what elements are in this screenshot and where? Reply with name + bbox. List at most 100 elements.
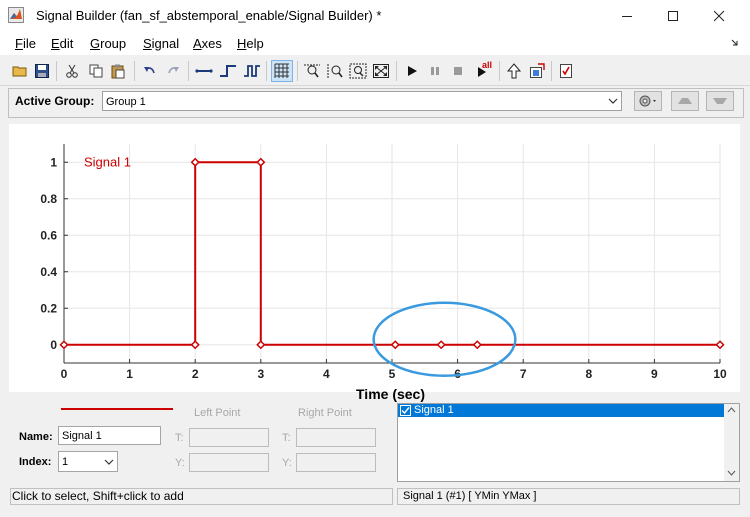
menu-file[interactable]: File <box>15 36 36 51</box>
signal-export-button[interactable] <box>527 61 547 81</box>
play-all-label: all <box>482 60 493 70</box>
minimize-button[interactable] <box>604 0 650 31</box>
signal-name-value: Signal 1 <box>62 430 102 442</box>
verify-icon <box>560 64 572 78</box>
undo-button[interactable] <box>140 61 160 81</box>
signal-index-select[interactable]: 1 <box>58 451 118 472</box>
menu-edit[interactable]: Edit <box>51 36 73 51</box>
signal-index-value: 1 <box>62 456 69 468</box>
menu-help[interactable]: Help <box>237 36 264 51</box>
fit-icon <box>373 64 389 78</box>
name-label: Name: <box>19 431 53 443</box>
stop-icon <box>454 67 462 75</box>
step-signal-button[interactable] <box>218 61 238 81</box>
left-point-y-field[interactable] <box>189 453 269 472</box>
signal-export-icon <box>530 63 545 78</box>
menu-axes[interactable]: Axes <box>193 36 222 51</box>
matlab-app-icon <box>8 7 24 23</box>
status-signal-info: Signal 1 (#1) [ YMin YMax ] <box>397 488 740 505</box>
save-button[interactable] <box>32 61 52 81</box>
move-group-up-button[interactable] <box>671 91 699 111</box>
right-y-label: Y: <box>282 457 292 469</box>
undo-icon <box>144 67 155 74</box>
signal-point-marker <box>256 340 266 350</box>
up-arrow-icon <box>506 63 522 79</box>
grid-toggle-button[interactable] <box>271 60 293 82</box>
chevron-down-icon[interactable] <box>605 92 621 110</box>
active-group-value: Group 1 <box>106 96 146 108</box>
scroll-up-icon[interactable] <box>727 407 736 413</box>
x-tick-label: 7 <box>520 367 527 381</box>
signal-point-marker <box>390 340 400 350</box>
signal-plot-area[interactable]: 0 1 2 3 4 5 6 7 8 9 10 0 0.2 0.4 0.6 0.8 1 Signal 1 <box>9 124 740 392</box>
paste-button[interactable] <box>108 61 128 81</box>
zoom-xy-icon <box>349 63 367 79</box>
toolbar-separator <box>134 61 135 81</box>
pulse-signal-button[interactable] <box>242 61 262 81</box>
toolbar-separator <box>297 61 298 81</box>
signal-point-marker <box>59 340 69 350</box>
go-to-model-button[interactable] <box>504 61 524 81</box>
active-group-select[interactable] <box>102 91 622 111</box>
zoom-y-icon <box>327 64 343 78</box>
toolbar-separator <box>396 61 397 81</box>
play-icon <box>408 66 417 76</box>
x-tick-label: 0 <box>61 367 68 381</box>
grid-icon <box>274 63 289 78</box>
constant-signal-icon <box>195 69 213 73</box>
right-t-label: T: <box>282 432 291 444</box>
zoom-x-button[interactable] <box>302 61 322 81</box>
play-button[interactable] <box>402 61 422 81</box>
step-signal-icon <box>220 65 236 77</box>
minimize-icon <box>622 15 632 17</box>
x-tick-label: 10 <box>713 367 727 381</box>
maximize-icon <box>668 10 678 21</box>
zoom-x-icon <box>304 64 320 78</box>
x-tick-label: 3 <box>257 367 264 381</box>
pause-button[interactable] <box>425 61 445 81</box>
verification-button[interactable] <box>556 61 576 81</box>
y-tick-label: 0.6 <box>40 228 57 242</box>
close-button[interactable] <box>696 0 742 31</box>
active-group-label: Active Group: <box>15 94 95 108</box>
pulse-signal-icon <box>244 65 260 77</box>
save-icon <box>35 64 49 78</box>
scroll-down-icon[interactable] <box>727 470 736 476</box>
signal-name-field[interactable]: Signal 1 <box>58 426 161 445</box>
signal-point-marker <box>715 340 725 350</box>
menu-dock-arrow-icon[interactable] <box>730 38 740 48</box>
redo-button[interactable] <box>163 61 183 81</box>
left-point-t-field[interactable] <box>189 428 269 447</box>
maximize-button[interactable] <box>650 0 696 31</box>
signal-name-label: Signal 1 <box>84 154 131 169</box>
toolbar-separator <box>551 61 552 81</box>
fit-to-view-button[interactable] <box>371 61 391 81</box>
menu-group[interactable]: Group <box>90 36 126 51</box>
index-label: Index: <box>19 456 52 468</box>
cut-button[interactable] <box>62 61 82 81</box>
y-tick-label: 0.8 <box>40 192 57 206</box>
y-tick-label: 0.2 <box>40 301 57 315</box>
x-tick-label: 1 <box>126 367 133 381</box>
checkbox-checked-icon[interactable] <box>400 405 411 416</box>
constant-signal-button[interactable] <box>194 61 214 81</box>
signal-list-scrollbar[interactable] <box>724 404 739 481</box>
copy-icon <box>89 64 103 78</box>
move-group-down-button[interactable] <box>706 91 734 111</box>
copy-button[interactable] <box>86 61 106 81</box>
close-icon <box>713 10 725 21</box>
menu-signal[interactable]: Signal <box>143 36 179 51</box>
open-button[interactable] <box>10 61 30 81</box>
toolbar-separator <box>266 61 267 81</box>
stop-button[interactable] <box>448 61 468 81</box>
signal-list-item[interactable]: Signal 1 <box>398 404 724 417</box>
zoom-y-button[interactable] <box>325 61 345 81</box>
signal-axes[interactable]: 0 1 2 3 4 5 6 7 8 9 1000.20.40.60.81 Signal 1 <box>9 124 740 392</box>
signal-point-marker <box>256 157 266 167</box>
right-point-t-field[interactable] <box>296 428 376 447</box>
play-all-button[interactable]: all <box>470 60 494 81</box>
y-tick-label: 0 <box>50 338 57 352</box>
group-settings-button[interactable] <box>634 91 662 111</box>
zoom-xy-button[interactable] <box>348 61 368 81</box>
right-point-y-field[interactable] <box>296 453 376 472</box>
